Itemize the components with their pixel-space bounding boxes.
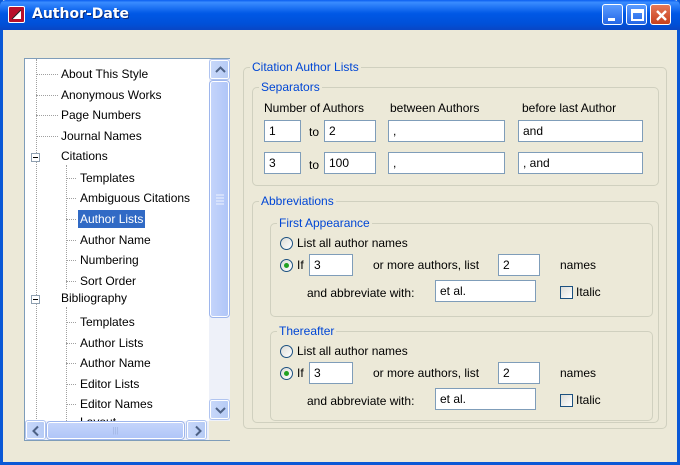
before-last-author-field-2[interactable]: , and: [518, 152, 643, 174]
first-appearance-group: First Appearance List all author names I…: [270, 216, 653, 317]
thereafter-list-all-radio[interactable]: [280, 345, 293, 358]
maximize-button[interactable]: [626, 4, 647, 25]
scroll-down-button[interactable]: [209, 399, 230, 420]
thereafter-group: Thereafter List all author names If 3 or…: [270, 324, 653, 421]
tree-item-numbering[interactable]: Numbering: [78, 251, 141, 269]
between-authors-header: between Authors: [390, 101, 480, 115]
window-title: Author-Date: [32, 6, 130, 22]
tree-item-journal-names[interactable]: Journal Names: [59, 127, 144, 145]
first-if-radio[interactable]: [280, 259, 293, 272]
first-names-label: names: [560, 258, 597, 272]
scroll-up-button[interactable]: [209, 59, 230, 80]
tree-horizontal-scrollbar[interactable]: |||: [25, 420, 209, 440]
tree-item-citations-author-lists[interactable]: Author Lists: [78, 210, 146, 228]
first-abbreviation-field[interactable]: et al.: [435, 280, 536, 302]
first-abbreviate-label: and abbreviate with:: [307, 286, 415, 300]
to-label-1: to: [309, 125, 320, 139]
tree-item-bibliography-templates[interactable]: Templates: [78, 313, 137, 331]
thereafter-legend: Thereafter: [277, 324, 337, 338]
thereafter-abbreviation-field[interactable]: et al.: [435, 388, 536, 410]
endnote-app-icon: [8, 6, 25, 23]
tree-item-anonymous-works[interactable]: Anonymous Works: [59, 86, 163, 104]
thereafter-italic-checkbox[interactable]: [560, 394, 573, 407]
first-italic-checkbox[interactable]: [560, 286, 573, 299]
abbreviations-group: Abbreviations First Appearance List all …: [252, 194, 659, 423]
scrollbar-corner: [209, 421, 230, 440]
minimize-button[interactable]: [602, 4, 623, 25]
authors-from-field-2[interactable]: 3: [264, 152, 301, 174]
citation-author-lists-legend: Citation Author Lists: [250, 60, 361, 74]
author-date-window: Author-Date About This Style Anonymous W…: [0, 0, 680, 465]
first-list-all-radio[interactable]: [280, 237, 293, 250]
tree-item-citations-author-name[interactable]: Author Name: [78, 231, 153, 249]
authors-from-field-1[interactable]: 1: [264, 120, 301, 142]
authors-to-field-1[interactable]: 2: [324, 120, 376, 142]
before-last-author-header: before last Author: [522, 101, 617, 115]
horizontal-scroll-thumb[interactable]: |||: [46, 421, 185, 440]
separators-legend: Separators: [259, 80, 322, 94]
thereafter-if-radio[interactable]: [280, 367, 293, 380]
first-italic-label[interactable]: Italic: [576, 285, 601, 299]
tree-item-about-this-style[interactable]: About This Style: [59, 65, 150, 83]
tree-item-page-numbers[interactable]: Page Numbers: [59, 106, 143, 124]
vertical-scroll-thumb[interactable]: [209, 80, 230, 318]
thereafter-list-all-label[interactable]: List all author names: [297, 344, 408, 358]
scroll-left-button[interactable]: [25, 420, 46, 440]
first-if-label[interactable]: If: [297, 258, 304, 272]
tree-item-bibliography-author-lists[interactable]: Author Lists: [78, 334, 145, 352]
title-bar[interactable]: Author-Date: [0, 0, 680, 30]
to-label-2: to: [309, 158, 320, 172]
style-sections-tree[interactable]: About This Style Anonymous Works Page Nu…: [24, 58, 230, 441]
thereafter-abbreviate-label: and abbreviate with:: [307, 394, 415, 408]
number-of-authors-header: Number of Authors: [264, 101, 365, 115]
before-last-author-field-1[interactable]: and: [518, 120, 643, 142]
thereafter-italic-label[interactable]: Italic: [576, 393, 601, 407]
thereafter-list-count-field[interactable]: 2: [498, 362, 540, 384]
tree-item-citations[interactable]: Citations: [59, 147, 110, 165]
thereafter-if-label[interactable]: If: [297, 366, 304, 380]
authors-to-field-2[interactable]: 100: [324, 152, 376, 174]
citation-author-lists-group: Citation Author Lists Separators Number …: [243, 60, 667, 429]
tree-vertical-scrollbar[interactable]: [209, 59, 230, 421]
scroll-right-button[interactable]: [186, 420, 207, 440]
tree-item-editor-lists[interactable]: Editor Lists: [78, 375, 141, 393]
first-list-all-label[interactable]: List all author names: [297, 236, 408, 250]
thereafter-author-count-field[interactable]: 3: [309, 362, 353, 384]
tree-item-sort-order[interactable]: Sort Order: [78, 272, 138, 290]
tree-item-citations-templates[interactable]: Templates: [78, 169, 137, 187]
between-authors-field-1[interactable]: ,: [388, 120, 505, 142]
abbreviations-legend: Abbreviations: [259, 194, 336, 208]
tree-item-ambiguous-citations[interactable]: Ambiguous Citations: [78, 189, 192, 207]
separators-group: Separators Number of Authors between Aut…: [252, 80, 659, 186]
tree-item-editor-names[interactable]: Editor Names: [78, 395, 155, 413]
close-button[interactable]: [650, 4, 671, 25]
first-author-count-field[interactable]: 3: [309, 254, 353, 276]
between-authors-field-2[interactable]: ,: [388, 152, 505, 174]
first-appearance-legend: First Appearance: [277, 216, 372, 230]
thereafter-names-label: names: [560, 366, 597, 380]
tree-item-bibliography[interactable]: Bibliography: [59, 289, 129, 307]
first-more-authors-label: or more authors, list: [373, 258, 480, 272]
thereafter-more-authors-label: or more authors, list: [373, 366, 480, 380]
tree-item-bibliography-author-name[interactable]: Author Name: [78, 354, 153, 372]
collapse-citations-icon[interactable]: [31, 153, 40, 162]
first-list-count-field[interactable]: 2: [498, 254, 540, 276]
collapse-bibliography-icon[interactable]: [31, 295, 40, 304]
